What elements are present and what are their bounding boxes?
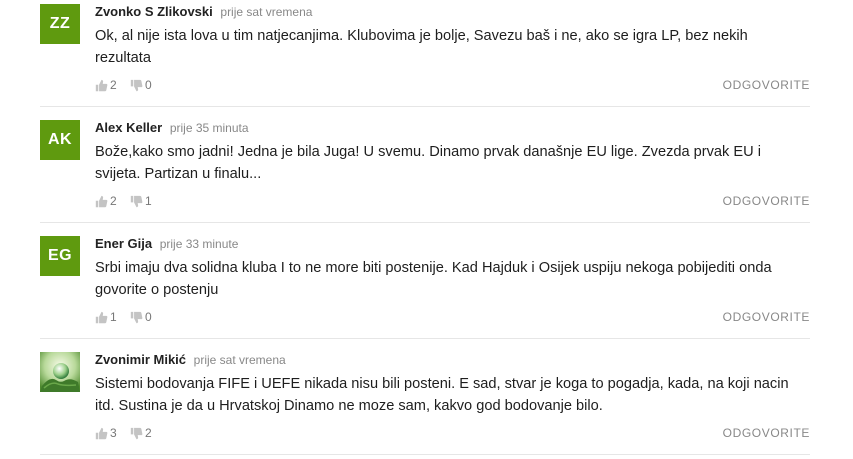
timestamp: prije sat vremena bbox=[220, 5, 313, 19]
comment-header: Zvonimir Mikić prije sat vremena bbox=[95, 352, 286, 367]
thumbs-down-icon bbox=[130, 79, 143, 91]
like-count: 2 bbox=[110, 194, 117, 208]
dislike-button[interactable]: 0 bbox=[130, 78, 152, 92]
like-button[interactable]: 2 bbox=[95, 78, 117, 92]
like-count: 2 bbox=[110, 78, 117, 92]
reply-button[interactable]: ODGOVORITE bbox=[723, 426, 810, 440]
reply-button[interactable]: ODGOVORITE bbox=[723, 78, 810, 92]
dislike-button[interactable]: 0 bbox=[130, 310, 152, 324]
like-count: 1 bbox=[110, 310, 117, 324]
avatar[interactable]: ZZ bbox=[40, 4, 80, 44]
thumbs-up-icon bbox=[95, 311, 108, 323]
divider bbox=[40, 454, 810, 455]
like-button[interactable]: 1 bbox=[95, 310, 117, 324]
comment-actions: 1 0 ODGOVORITE bbox=[95, 310, 810, 327]
dislike-button[interactable]: 1 bbox=[130, 194, 152, 208]
comment-actions: 2 1 ODGOVORITE bbox=[95, 194, 810, 211]
reply-button[interactable]: ODGOVORITE bbox=[723, 194, 810, 208]
author-name[interactable]: Zvonimir Mikić bbox=[95, 352, 186, 367]
divider bbox=[40, 338, 810, 339]
comment-text: Srbi imaju dva solidna kluba I to ne mor… bbox=[95, 260, 772, 298]
comment-header: Ener Gija prije 33 minute bbox=[95, 236, 238, 251]
comment-text: Bože,kako smo jadni! Jedna je bila Juga!… bbox=[95, 144, 761, 182]
timestamp: prije 35 minuta bbox=[169, 121, 249, 135]
author-name[interactable]: Alex Keller bbox=[95, 120, 162, 135]
comment-item: EG Ener Gija prije 33 minute Srbi imaju … bbox=[40, 232, 810, 348]
comment-actions: 3 2 ODGOVORITE bbox=[95, 426, 810, 443]
comment-text: Ok, al nije ista lova u tim natjecanjima… bbox=[95, 28, 748, 66]
like-count: 3 bbox=[110, 426, 117, 440]
thumbs-up-icon bbox=[95, 195, 108, 207]
divider bbox=[40, 106, 810, 107]
author-name[interactable]: Zvonko S Zlikovski bbox=[95, 4, 213, 19]
dislike-count: 0 bbox=[145, 78, 152, 92]
dislike-button[interactable]: 2 bbox=[130, 426, 152, 440]
author-name[interactable]: Ener Gija bbox=[95, 236, 152, 251]
avatar[interactable] bbox=[40, 352, 80, 392]
thumbs-up-icon bbox=[95, 427, 108, 439]
thumbs-down-icon bbox=[130, 195, 143, 207]
dislike-count: 2 bbox=[145, 426, 152, 440]
comment-header: Zvonko S Zlikovski prije sat vremena bbox=[95, 4, 312, 19]
comment-text: Sistemi bodovanja FIFE i UEFE nikada nis… bbox=[95, 376, 789, 414]
dislike-count: 0 bbox=[145, 310, 152, 324]
comment-actions: 2 0 ODGOVORITE bbox=[95, 78, 810, 95]
divider bbox=[40, 222, 810, 223]
reply-button[interactable]: ODGOVORITE bbox=[723, 310, 810, 324]
timestamp: prije sat vremena bbox=[193, 353, 286, 367]
avatar[interactable]: EG bbox=[40, 236, 80, 276]
dislike-count: 1 bbox=[145, 194, 152, 208]
timestamp: prije 33 minute bbox=[159, 237, 239, 251]
comment-item: Zvonimir Mikić prije sat vremena Sistemi… bbox=[40, 348, 810, 459]
comment-item: AK Alex Keller prije 35 minuta Bože,kako… bbox=[40, 116, 810, 232]
comment-item: ZZ Zvonko S Zlikovski prije sat vremena … bbox=[40, 0, 810, 116]
like-button[interactable]: 2 bbox=[95, 194, 117, 208]
like-button[interactable]: 3 bbox=[95, 426, 117, 440]
thumbs-up-icon bbox=[95, 79, 108, 91]
comment-header: Alex Keller prije 35 minuta bbox=[95, 120, 249, 135]
comment-thread: ZZ Zvonko S Zlikovski prije sat vremena … bbox=[0, 0, 853, 459]
avatar[interactable]: AK bbox=[40, 120, 80, 160]
thumbs-down-icon bbox=[130, 311, 143, 323]
globe-in-hands-photo-icon bbox=[40, 352, 80, 392]
thumbs-down-icon bbox=[130, 427, 143, 439]
